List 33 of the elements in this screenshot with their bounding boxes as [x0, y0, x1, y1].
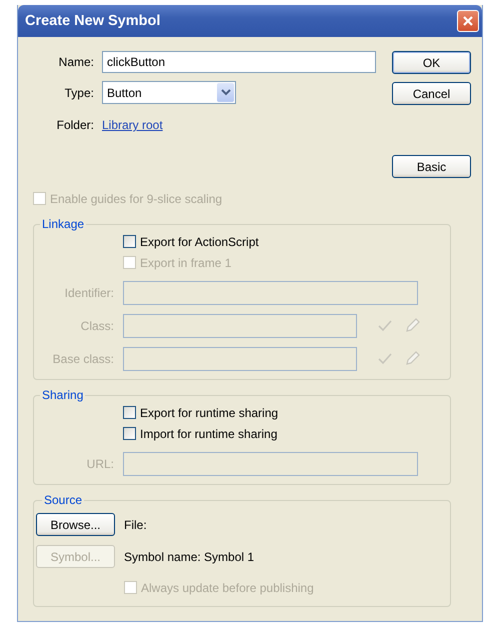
- field-label: Folder:: [56, 118, 94, 132]
- dialog-button[interactable]: Basic: [392, 155, 471, 178]
- group-title: Sharing: [41, 388, 84, 402]
- dialog-button[interactable]: OK: [392, 51, 471, 74]
- checkbox[interactable]: [123, 406, 136, 419]
- checkbox-label[interactable]: Export for ActionScript: [140, 234, 259, 248]
- symbol-name-text: Symbol name: Symbol 1: [124, 550, 254, 564]
- check-icon[interactable]: [378, 353, 392, 365]
- close-icon[interactable]: [462, 15, 474, 27]
- dialog-button[interactable]: Cancel: [392, 82, 471, 105]
- checkbox-label[interactable]: Export for runtime sharing: [140, 406, 278, 420]
- check-icon[interactable]: [378, 320, 392, 332]
- group-title: Source: [43, 493, 84, 507]
- field-label: Name:: [58, 55, 94, 69]
- field-label: URL:: [86, 457, 114, 471]
- checkbox[interactable]: [123, 235, 136, 248]
- field-label: Identifier:: [64, 286, 114, 300]
- name-field[interactable]: clickButton: [102, 51, 376, 73]
- type-dropdown[interactable]: Button: [102, 81, 236, 104]
- pencil-icon[interactable]: [404, 351, 420, 367]
- group-title: Linkage: [41, 217, 86, 231]
- checkbox-label[interactable]: Import for runtime sharing: [140, 426, 278, 440]
- field-label: Base class:: [52, 352, 114, 366]
- caret-icon: [220, 88, 230, 96]
- checkbox[interactable]: [123, 427, 136, 440]
- close-button[interactable]: [457, 10, 479, 32]
- pencil-icon[interactable]: [404, 318, 420, 334]
- browse-button[interactable]: Browse...: [36, 513, 115, 536]
- field-label: Class:: [80, 319, 114, 333]
- window-title: Create New Symbol: [25, 13, 160, 29]
- file-label: File:: [124, 518, 147, 532]
- field-label: Type:: [64, 86, 94, 100]
- folder-link[interactable]: Library root: [102, 118, 376, 132]
